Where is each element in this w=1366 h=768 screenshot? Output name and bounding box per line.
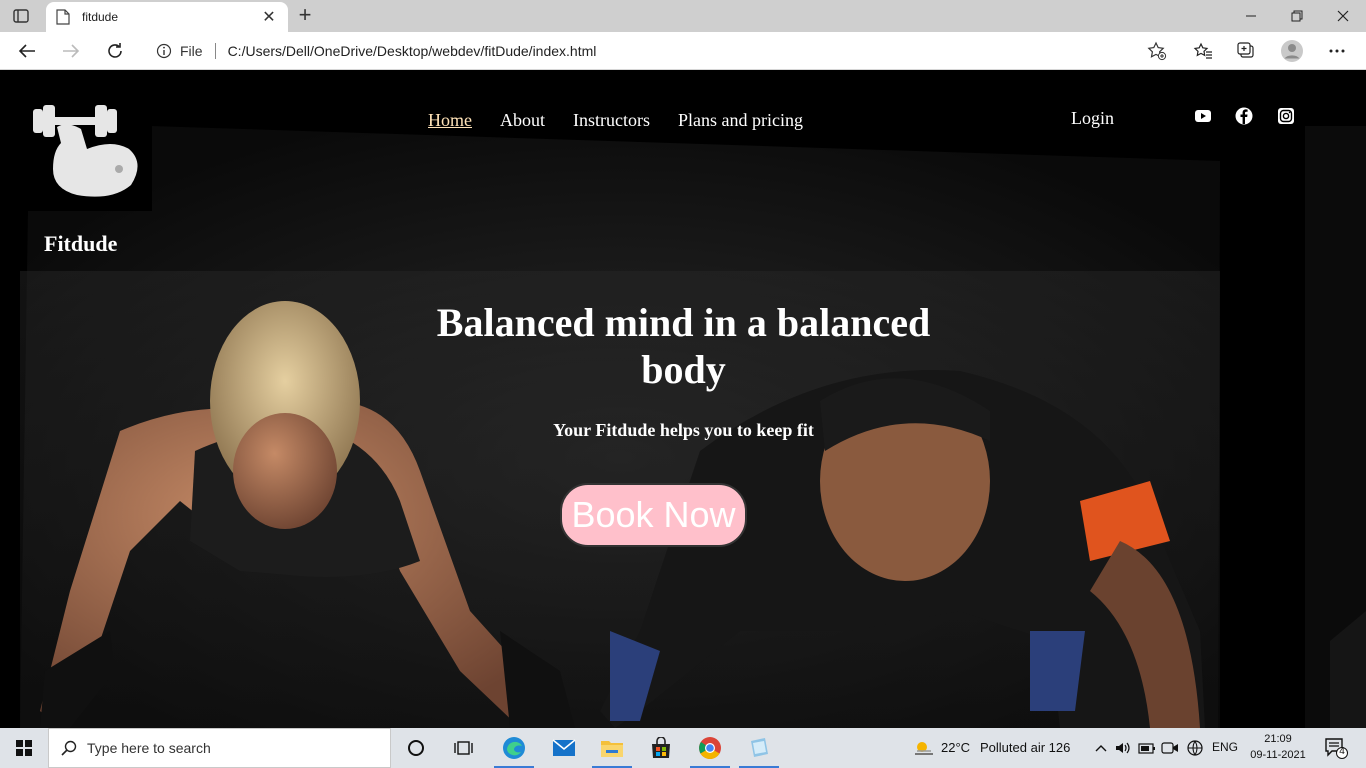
youtube-icon[interactable] bbox=[1194, 107, 1212, 125]
site-nav: Home About Instructors Plans and pricing bbox=[428, 110, 803, 131]
protocol-label: File bbox=[180, 43, 203, 59]
system-clock[interactable]: 21:09 09-11-2021 bbox=[1246, 731, 1310, 763]
meet-now-icon[interactable] bbox=[1161, 739, 1179, 757]
mail-icon[interactable] bbox=[540, 728, 588, 768]
cortana-icon[interactable] bbox=[392, 728, 440, 768]
instagram-icon[interactable] bbox=[1277, 107, 1295, 125]
brand-name: Fitdude bbox=[44, 231, 118, 256]
close-window-icon[interactable] bbox=[1320, 0, 1366, 32]
facebook-icon[interactable] bbox=[1235, 107, 1253, 125]
task-view-icon[interactable] bbox=[440, 728, 488, 768]
clock-date: 09-11-2021 bbox=[1250, 749, 1306, 761]
network-icon[interactable] bbox=[1186, 739, 1204, 757]
windows-taskbar: Type here to search 22°C Polluted air 12… bbox=[0, 728, 1366, 768]
address-bar[interactable]: File C:/Users/Dell/OneDrive/Desktop/webd… bbox=[146, 36, 1174, 66]
weather-temperature[interactable]: 22°C bbox=[941, 740, 970, 755]
flexed-arm-dumbbell-icon bbox=[33, 105, 138, 197]
browser-tab-bar: fitdude ✕ + bbox=[0, 0, 1366, 32]
edge-browser-icon[interactable] bbox=[490, 728, 538, 768]
site-header: Fitdude Home About Instructors Plans and… bbox=[0, 71, 1366, 271]
webpage: Fitdude Home About Instructors Plans and… bbox=[0, 71, 1366, 728]
notification-count: 4 bbox=[1339, 746, 1345, 757]
favorites-icon[interactable] bbox=[1188, 36, 1218, 66]
settings-more-icon[interactable] bbox=[1322, 36, 1352, 66]
forward-icon[interactable] bbox=[56, 36, 86, 66]
clock-time: 21:09 bbox=[1264, 733, 1292, 745]
collections-icon[interactable] bbox=[1232, 36, 1262, 66]
refresh-icon[interactable] bbox=[100, 36, 130, 66]
battery-icon[interactable] bbox=[1138, 739, 1156, 757]
nav-link-instructors[interactable]: Instructors bbox=[573, 110, 650, 131]
minimize-icon[interactable] bbox=[1228, 0, 1274, 32]
tab-title: fitdude bbox=[82, 10, 119, 24]
notifications-icon[interactable]: 4 bbox=[1324, 737, 1348, 759]
book-now-button[interactable]: Book Now bbox=[560, 483, 747, 547]
new-tab-icon[interactable]: + bbox=[294, 4, 316, 28]
file-explorer-icon[interactable] bbox=[588, 728, 636, 768]
weather-icon[interactable] bbox=[912, 739, 936, 757]
weather-status[interactable]: Polluted air 126 bbox=[980, 740, 1070, 755]
volume-icon[interactable] bbox=[1114, 739, 1132, 757]
profile-avatar[interactable] bbox=[1277, 36, 1307, 66]
back-icon[interactable] bbox=[12, 36, 42, 66]
nav-link-home[interactable]: Home bbox=[428, 110, 472, 131]
info-icon[interactable] bbox=[156, 43, 172, 59]
windows-start-icon[interactable] bbox=[0, 728, 48, 768]
browser-tab[interactable]: fitdude ✕ bbox=[46, 2, 288, 32]
add-favorite-icon[interactable] bbox=[1146, 40, 1168, 62]
restore-icon[interactable] bbox=[1274, 0, 1320, 32]
close-tab-icon[interactable]: ✕ bbox=[260, 7, 278, 27]
taskbar-search-box[interactable]: Type here to search bbox=[48, 728, 391, 768]
address-separator bbox=[214, 43, 216, 59]
nav-link-about[interactable]: About bbox=[500, 110, 545, 131]
microsoft-store-icon[interactable] bbox=[637, 728, 685, 768]
page-icon bbox=[56, 9, 70, 25]
language-indicator[interactable]: ENG bbox=[1212, 740, 1238, 754]
browser-navigation-bar: File C:/Users/Dell/OneDrive/Desktop/webd… bbox=[0, 32, 1366, 70]
search-icon bbox=[61, 740, 77, 756]
search-placeholder: Type here to search bbox=[87, 740, 211, 756]
hero-title: Balanced mind in a balanced body bbox=[436, 300, 931, 392]
chrome-icon[interactable] bbox=[686, 728, 734, 768]
login-link[interactable]: Login bbox=[1071, 108, 1114, 129]
hero-subtitle: Your Fitdude helps you to keep fit bbox=[553, 420, 814, 440]
site-logo[interactable] bbox=[27, 91, 152, 211]
chevron-up-icon[interactable] bbox=[1092, 739, 1110, 757]
nav-link-plans-and-pricing[interactable]: Plans and pricing bbox=[678, 110, 803, 131]
notepad-app-icon[interactable] bbox=[735, 728, 783, 768]
tab-actions-icon[interactable] bbox=[10, 6, 32, 26]
url-text[interactable]: C:/Users/Dell/OneDrive/Desktop/webdev/fi… bbox=[228, 43, 1146, 59]
